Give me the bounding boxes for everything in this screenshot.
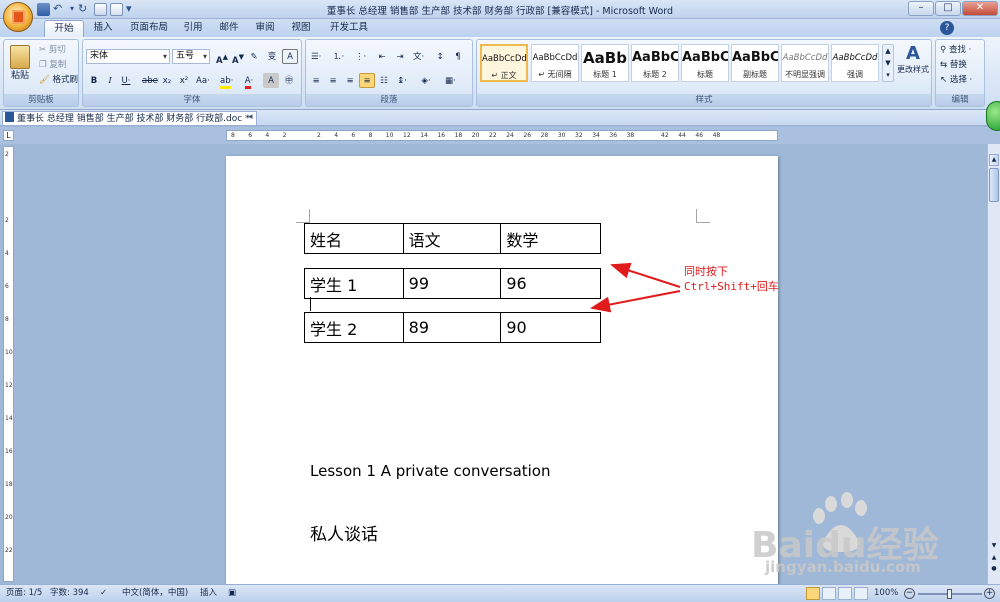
macro-record-icon[interactable]: ▣ (228, 585, 236, 602)
zoom-out-icon[interactable]: − (904, 588, 915, 599)
zoom-slider-thumb[interactable] (947, 589, 952, 599)
web-layout-view-icon[interactable] (838, 587, 852, 600)
annotation-line-1: 同时按下 (684, 265, 728, 278)
office-logo-icon (12, 10, 25, 24)
language-indicator[interactable]: 中文(简体，中国) (122, 585, 188, 602)
baidu-watermark: Baidu经验 jingyan.baidu.com (745, 490, 995, 580)
annotation-text: 同时按下 Ctrl+Shift+回车 (684, 264, 779, 294)
zoom-in-icon[interactable]: + (984, 588, 995, 599)
arrow-line (590, 290, 681, 313)
scroll-up-button[interactable]: ▲ (989, 154, 999, 166)
floating-badge-icon[interactable] (986, 101, 1000, 131)
watermark-url: jingyan.baidu.com (765, 558, 921, 576)
word-count[interactable]: 字数: 394 (50, 585, 89, 602)
print-layout-view-icon[interactable] (806, 587, 820, 600)
scroll-thumb[interactable] (989, 168, 999, 202)
spellcheck-icon[interactable]: ✓ (100, 585, 107, 602)
arrow-line (610, 262, 681, 288)
office-button[interactable] (3, 2, 33, 32)
insert-mode[interactable]: 插入 (200, 585, 217, 602)
page-count[interactable]: 页面: 1/5 (6, 585, 42, 602)
outline-view-icon[interactable] (854, 587, 868, 600)
zoom-level[interactable]: 100% (874, 585, 898, 602)
full-screen-view-icon[interactable] (822, 587, 836, 600)
status-bar: 页面: 1/5 字数: 394 ✓ 中文(简体，中国) 插入 ▣ 100% − … (0, 584, 1000, 602)
annotation-line-2: Ctrl+Shift+回车 (684, 280, 779, 293)
